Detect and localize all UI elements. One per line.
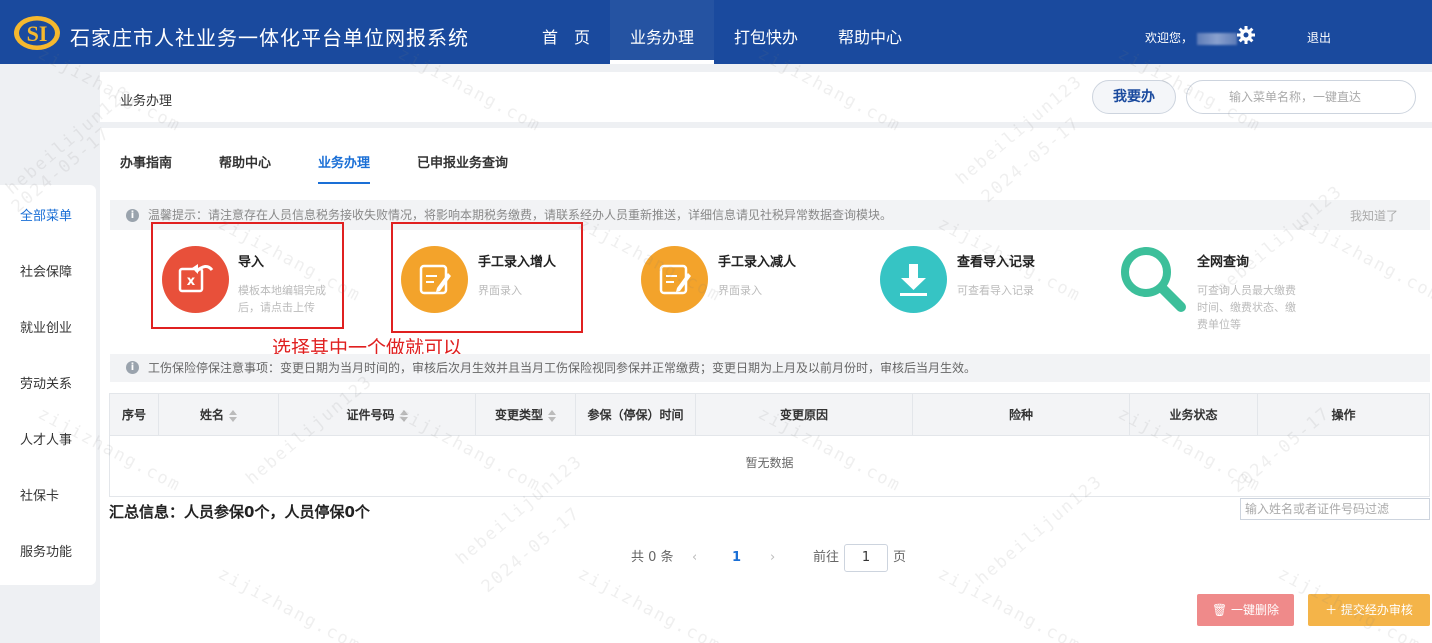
svg-text:SI: SI (27, 21, 48, 46)
app-title: 石家庄市人社业务一体化平台单位网报系统 (70, 26, 469, 50)
column-header-label: 业务状态 (1169, 408, 1218, 422)
sidebar-item-social-card[interactable]: 社保卡 (20, 485, 59, 504)
top-header: SI 石家庄市人社业务一体化平台单位网报系统 首 页 业务办理 打包快办 帮助中… (0, 0, 1432, 64)
sidebar-item-labor-relations[interactable]: 劳动关系 (20, 373, 72, 392)
info-icon: i (126, 209, 139, 222)
top-nav: 首 页 业务办理 打包快办 帮助中心 (522, 0, 922, 64)
name-id-filter-input[interactable]: 输入姓名或者证件号码过滤 (1240, 498, 1430, 520)
prev-page-icon[interactable]: ‹ (692, 543, 697, 573)
sort-icon[interactable] (399, 409, 408, 422)
column-header-change-type[interactable]: 变更类型 (476, 394, 576, 436)
import-records-title[interactable]: 查看导入记录 (957, 251, 1035, 270)
want-to-do-button[interactable]: 我要办 (1092, 80, 1176, 114)
manual-reduce-title[interactable]: 手工录入减人 (718, 251, 796, 270)
column-header-label: 序号 (121, 408, 146, 422)
goto-label: 前往 (813, 550, 840, 565)
column-header-insure-time: 参保（停保）时间 (576, 394, 696, 436)
edit-form-icon (659, 264, 691, 295)
network-query-action-button[interactable] (1118, 244, 1188, 314)
tab-business[interactable]: 业务办理 (318, 152, 371, 184)
welcome-text: 欢迎您， (1145, 29, 1238, 46)
sidebar-item-all-menu[interactable]: 全部菜单 (20, 205, 72, 224)
blurred-username (1197, 32, 1238, 45)
sidebar-item-social-security[interactable]: 社会保障 (20, 261, 72, 280)
tab-declared-query[interactable]: 已申报业务查询 (417, 152, 508, 184)
plus-icon: ＋ (1325, 603, 1338, 617)
import-records-desc: 可查看导入记录 (957, 284, 1034, 297)
column-header-id-number[interactable]: 证件号码 (279, 394, 476, 436)
column-header-label: 变更原因 (779, 408, 828, 422)
business-tabs: 办事指南 帮助中心 业务办理 已申报业务查询 (120, 152, 555, 184)
search-icon (1121, 247, 1186, 312)
column-header-label: 参保（停保）时间 (587, 408, 684, 422)
column-header-operation: 操作 (1258, 394, 1429, 436)
sidebar-item-talent-personnel[interactable]: 人才人事 (20, 429, 72, 448)
injury-insurance-notice: 工伤保险停保注意事项：变更日期为当月时间的，审核后次月生效并且当月工伤保险视同参… (110, 354, 1430, 382)
empty-table-text: 暂无数据 (745, 456, 794, 470)
delete-all-label: 一键删除 (1231, 603, 1280, 617)
column-header-label: 险种 (1008, 408, 1033, 422)
annotation-box-manual-add (391, 222, 583, 333)
summary-info: 汇总信息：人员参保0个，人员停保0个 (109, 503, 370, 521)
personnel-change-table: 序号 姓名 证件号码 变更类型 参保（停保）时间 变更原因 险种 业务状态 操作… (109, 393, 1430, 497)
column-header-label: 操作 (1331, 408, 1356, 422)
network-query-title[interactable]: 全网查询 (1197, 251, 1249, 270)
goto-page-input[interactable]: 1 (844, 544, 888, 572)
column-header-insurance-type: 险种 (913, 394, 1130, 436)
sort-icon[interactable] (548, 409, 556, 422)
sidebar-item-employment[interactable]: 就业创业 (20, 317, 72, 336)
menu-search-input[interactable]: 输入菜单名称，一键直达 (1186, 80, 1416, 114)
logout-link[interactable]: 退出 (1307, 29, 1331, 46)
network-query-desc: 可查询人员最大缴费时间、缴费状态、缴费单位等 (1197, 284, 1296, 331)
sidebar-item-service-functions[interactable]: 服务功能 (20, 541, 72, 560)
submit-review-button[interactable]: ＋ 提交经办审核 (1308, 594, 1430, 626)
manual-reduce-action-button[interactable] (641, 246, 708, 313)
welcome-label: 欢迎您， (1145, 31, 1194, 45)
column-header-label: 变更类型 (494, 408, 543, 422)
tab-guide[interactable]: 办事指南 (120, 152, 172, 184)
table-header: 序号 姓名 证件号码 变更类型 参保（停保）时间 变更原因 险种 业务状态 操作 (110, 394, 1429, 436)
column-header-name[interactable]: 姓名 (159, 394, 279, 436)
page-unit-label: 页 (893, 550, 907, 565)
nav-home[interactable]: 首 页 (522, 0, 610, 64)
download-icon (900, 264, 927, 296)
current-page-number[interactable]: 1 (732, 543, 741, 573)
pagination-total: 共 0 条 (631, 550, 674, 565)
nav-business[interactable]: 业务办理 (610, 0, 715, 64)
tab-help[interactable]: 帮助中心 (219, 152, 271, 184)
annotation-box-import (151, 222, 344, 329)
nav-help[interactable]: 帮助中心 (818, 0, 922, 64)
delete-all-button[interactable]: 🗑 一键删除 (1197, 594, 1294, 626)
column-header-change-reason: 变更原因 (696, 394, 913, 436)
next-page-icon[interactable]: › (770, 543, 775, 573)
nav-package[interactable]: 打包快办 (714, 0, 818, 64)
social-security-logo-icon: SI (14, 16, 60, 50)
gear-icon[interactable] (1236, 25, 1256, 45)
column-header-index: 序号 (110, 394, 159, 436)
trash-icon: 🗑 (1211, 603, 1228, 617)
left-sidebar: 全部菜单 社会保障 就业创业 劳动关系 人才人事 社保卡 服务功能 (0, 185, 96, 585)
sort-icon[interactable] (229, 409, 237, 422)
manual-reduce-desc: 界面录入 (718, 284, 762, 297)
column-header-label: 姓名 (199, 408, 224, 422)
breadcrumb: 业务办理 (120, 94, 173, 109)
column-header-status: 业务状态 (1130, 394, 1258, 436)
dismiss-notice-link[interactable]: 我知道了 (1350, 207, 1398, 224)
submit-review-label: 提交经办审核 (1340, 603, 1413, 617)
import-records-action-button[interactable] (880, 246, 947, 313)
info-icon: i (126, 361, 139, 374)
column-header-label: 证件号码 (346, 408, 395, 422)
